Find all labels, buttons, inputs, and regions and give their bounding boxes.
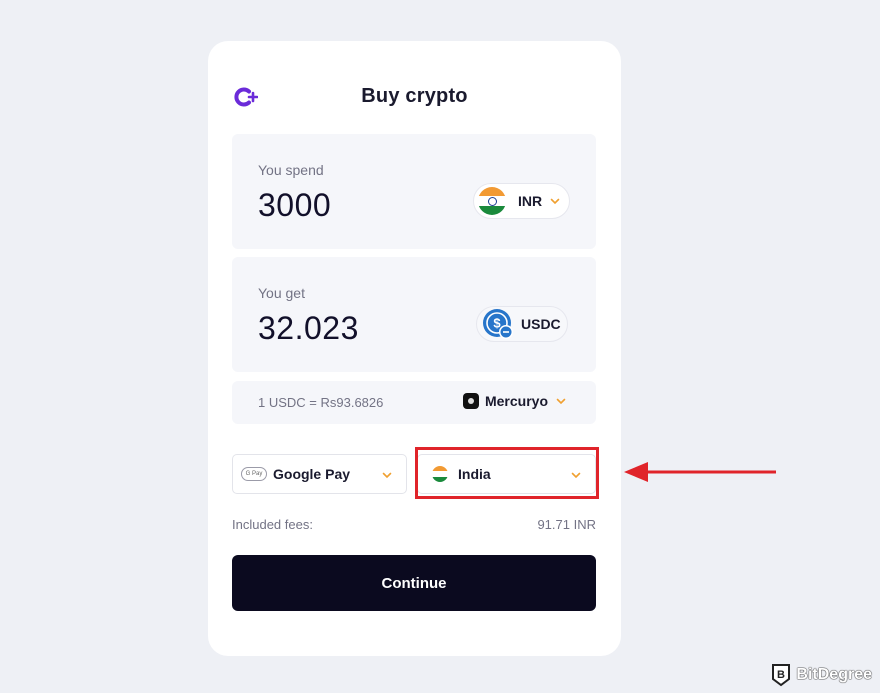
- fees-label: Included fees:: [232, 517, 313, 532]
- page-title: Buy crypto: [361, 85, 468, 107]
- bitdegree-watermark: B BitDegree: [771, 663, 872, 687]
- get-label: You get: [258, 285, 305, 301]
- payment-method-label: Google Pay: [273, 466, 351, 482]
- spend-panel: You spend 3000 INR: [232, 134, 596, 249]
- payment-method-select[interactable]: G Pay Google Pay: [232, 454, 407, 494]
- spend-currency-select[interactable]: INR: [473, 183, 570, 219]
- chevron-down-icon: [550, 198, 560, 205]
- spend-label: You spend: [258, 162, 324, 178]
- spend-amount-input[interactable]: 3000: [258, 187, 331, 224]
- mercuryo-logo-icon: [462, 393, 479, 409]
- chevron-down-icon: [556, 398, 566, 405]
- get-amount: 32.023: [258, 310, 359, 346]
- rate-panel: 1 USDC = Rs93.6826 Mercuryo: [232, 381, 596, 424]
- annotation-highlight-box: [415, 447, 599, 499]
- provider-name: Mercuryo: [484, 393, 548, 409]
- get-currency-code: USDC: [521, 316, 561, 332]
- watermark-text: BitDegree: [796, 666, 872, 683]
- bitdegree-logo-icon: B: [772, 664, 791, 687]
- svg-text:B: B: [777, 669, 785, 681]
- usdc-coin-icon: $: [483, 309, 513, 339]
- gpay-icon: G Pay: [241, 467, 267, 481]
- continue-button[interactable]: Continue: [232, 555, 596, 611]
- buy-crypto-widget: Buy crypto You spend 3000 INR You get 32…: [208, 41, 621, 656]
- get-panel: You get 32.023 $ USDC: [232, 257, 596, 372]
- fees-value: 91.71 INR: [537, 517, 596, 532]
- get-currency-select[interactable]: $ USDC: [476, 306, 568, 342]
- provider-select[interactable]: Mercuryo: [462, 393, 566, 409]
- annotation-arrow-icon: [624, 462, 776, 482]
- exchange-rate: 1 USDC = Rs93.6826: [258, 395, 384, 410]
- india-flag-icon: [478, 187, 506, 215]
- chevron-down-icon: [382, 472, 392, 479]
- spend-currency-code: INR: [518, 193, 543, 209]
